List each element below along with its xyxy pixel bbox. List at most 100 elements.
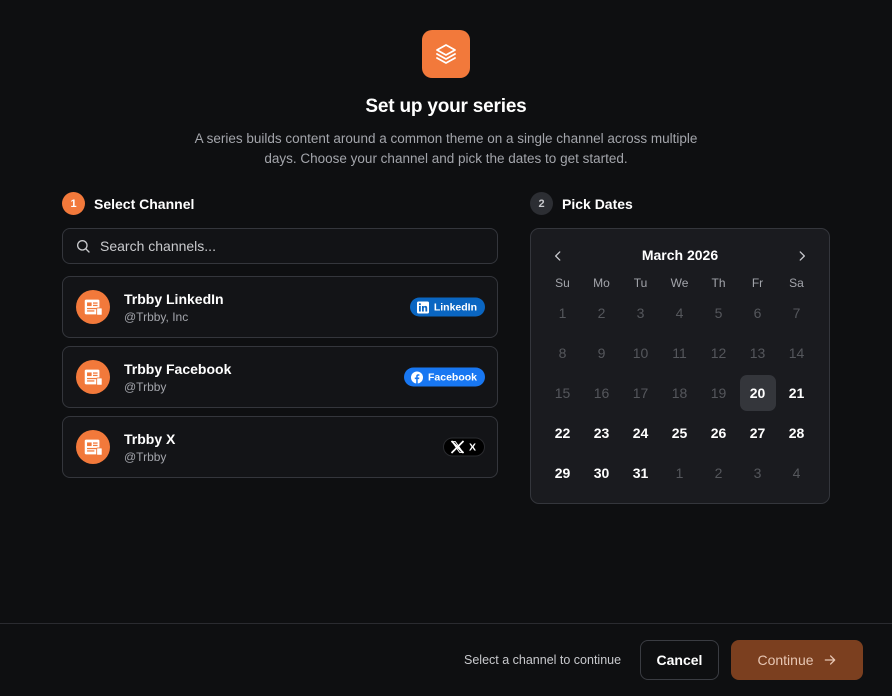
day-number: 26 bbox=[710, 425, 727, 441]
calendar-day[interactable]: 22 bbox=[543, 413, 582, 453]
step-select-channel: 1 Select Channel bbox=[62, 192, 194, 215]
calendar-day[interactable]: 25 bbox=[660, 413, 699, 453]
newspaper-icon bbox=[84, 439, 103, 456]
channel-handle: @Trbby, Inc bbox=[124, 309, 189, 324]
calendar-day[interactable]: 28 bbox=[777, 413, 816, 453]
day-number: 19 bbox=[710, 385, 727, 401]
calendar-day[interactable]: 26 bbox=[699, 413, 738, 453]
day-number: 14 bbox=[788, 345, 805, 361]
calendar-day-outside: 3 bbox=[738, 453, 777, 493]
calendar-day[interactable]: 24 bbox=[621, 413, 660, 453]
calendar-day: 2 bbox=[582, 293, 621, 333]
channel-handle: @Trbby bbox=[124, 449, 167, 464]
day-number: 13 bbox=[749, 345, 766, 361]
day-number: 31 bbox=[632, 465, 649, 481]
day-number: 18 bbox=[671, 385, 688, 401]
day-number: 7 bbox=[792, 305, 801, 321]
calendar-day: 1 bbox=[543, 293, 582, 333]
calendar-day[interactable]: 29 bbox=[543, 453, 582, 493]
calendar-day[interactable]: 31 bbox=[621, 453, 660, 493]
day-number: 1 bbox=[675, 465, 684, 481]
cancel-button[interactable]: Cancel bbox=[640, 640, 719, 680]
step-label: Pick Dates bbox=[562, 195, 633, 212]
weekday-label: Su bbox=[555, 276, 570, 290]
calendar-day: 10 bbox=[621, 333, 660, 373]
day-number: 25 bbox=[671, 425, 688, 441]
chevron-right-icon bbox=[799, 251, 805, 261]
weekday-label: Mo bbox=[593, 276, 610, 290]
calendar-day[interactable]: 21 bbox=[777, 373, 816, 413]
calendar-month-label: March 2026 bbox=[641, 247, 719, 263]
day-number: 20 bbox=[739, 375, 776, 411]
badge-label: Facebook bbox=[427, 371, 477, 383]
calendar-day[interactable]: 23 bbox=[582, 413, 621, 453]
day-number: 27 bbox=[749, 425, 766, 441]
calendar-day: 13 bbox=[738, 333, 777, 373]
day-number: 17 bbox=[632, 385, 649, 401]
day-number: 29 bbox=[554, 465, 571, 481]
calendar-day: 16 bbox=[582, 373, 621, 413]
calendar-day: 19 bbox=[699, 373, 738, 413]
day-number: 5 bbox=[714, 305, 723, 321]
day-number: 2 bbox=[597, 305, 606, 321]
arrow-right-icon bbox=[824, 655, 835, 665]
day-number: 3 bbox=[753, 465, 762, 481]
calendar-day: 15 bbox=[543, 373, 582, 413]
day-number: 10 bbox=[632, 345, 649, 361]
calendar-day-outside: 1 bbox=[660, 453, 699, 493]
calendar-day: 6 bbox=[738, 293, 777, 333]
avatar bbox=[76, 290, 110, 324]
next-month-button[interactable] bbox=[791, 245, 813, 267]
channel-item-linkedin[interactable]: Trbby LinkedIn @Trbby, Inc LinkedIn bbox=[62, 276, 498, 338]
calendar-day[interactable]: 20 bbox=[738, 373, 777, 413]
calendar-grid: Su Mo Tu We Th Fr Sa 1 2 3 4 5 6 7 8 9 10 11 12 13 14 15 16 17 1… bbox=[543, 273, 816, 493]
day-number: 2 bbox=[714, 465, 723, 481]
day-number: 15 bbox=[554, 385, 571, 401]
channel-item-facebook[interactable]: Trbby Facebook @Trbby Facebook bbox=[62, 346, 498, 408]
footer-hint: Select a channel to continue bbox=[464, 653, 622, 667]
calendar-day[interactable]: 30 bbox=[582, 453, 621, 493]
step-number-badge: 1 bbox=[62, 192, 85, 215]
weekday-label: We bbox=[670, 276, 689, 290]
newspaper-icon bbox=[84, 299, 103, 316]
continue-label: Continue bbox=[757, 652, 814, 668]
footer-divider bbox=[0, 623, 892, 624]
calendar-day: 12 bbox=[699, 333, 738, 373]
weekday-label: Tu bbox=[633, 276, 648, 290]
channel-item-x[interactable]: Trbby X @Trbby X bbox=[62, 416, 498, 478]
day-number: 4 bbox=[675, 305, 684, 321]
x-icon bbox=[450, 440, 464, 454]
calendar-day: 5 bbox=[699, 293, 738, 333]
weekday-label: Sa bbox=[789, 276, 804, 290]
calendar-day: 17 bbox=[621, 373, 660, 413]
day-number: 11 bbox=[672, 345, 687, 361]
channel-name: Trbby LinkedIn bbox=[124, 290, 224, 307]
step-number-badge: 2 bbox=[530, 192, 553, 215]
calendar-day: 7 bbox=[777, 293, 816, 333]
step-label: Select Channel bbox=[94, 195, 195, 212]
calendar-day: 8 bbox=[543, 333, 582, 373]
modal-subtitle: A series builds content around a common … bbox=[194, 131, 698, 166]
day-number: 28 bbox=[788, 425, 805, 441]
modal-title: Set up your series bbox=[365, 96, 527, 117]
channel-name: Trbby X bbox=[124, 430, 176, 447]
newspaper-icon bbox=[84, 369, 103, 386]
series-setup-modal: Set up your series A series builds conte… bbox=[0, 0, 892, 696]
continue-button[interactable]: Continue bbox=[731, 640, 863, 680]
day-number: 22 bbox=[554, 425, 571, 441]
layers-icon bbox=[422, 30, 470, 78]
search-box bbox=[62, 228, 498, 264]
search-input[interactable] bbox=[100, 238, 497, 254]
day-number: 12 bbox=[710, 345, 727, 361]
facebook-icon bbox=[410, 371, 423, 383]
linkedin-icon bbox=[416, 301, 429, 313]
day-number: 1 bbox=[558, 305, 567, 321]
calendar-day[interactable]: 27 bbox=[738, 413, 777, 453]
day-number: 3 bbox=[636, 305, 645, 321]
avatar bbox=[76, 360, 110, 394]
calendar-day-outside: 2 bbox=[699, 453, 738, 493]
calendar-day: 4 bbox=[660, 293, 699, 333]
day-number: 9 bbox=[597, 345, 606, 361]
calendar-day: 14 bbox=[777, 333, 816, 373]
day-number: 23 bbox=[593, 425, 610, 441]
